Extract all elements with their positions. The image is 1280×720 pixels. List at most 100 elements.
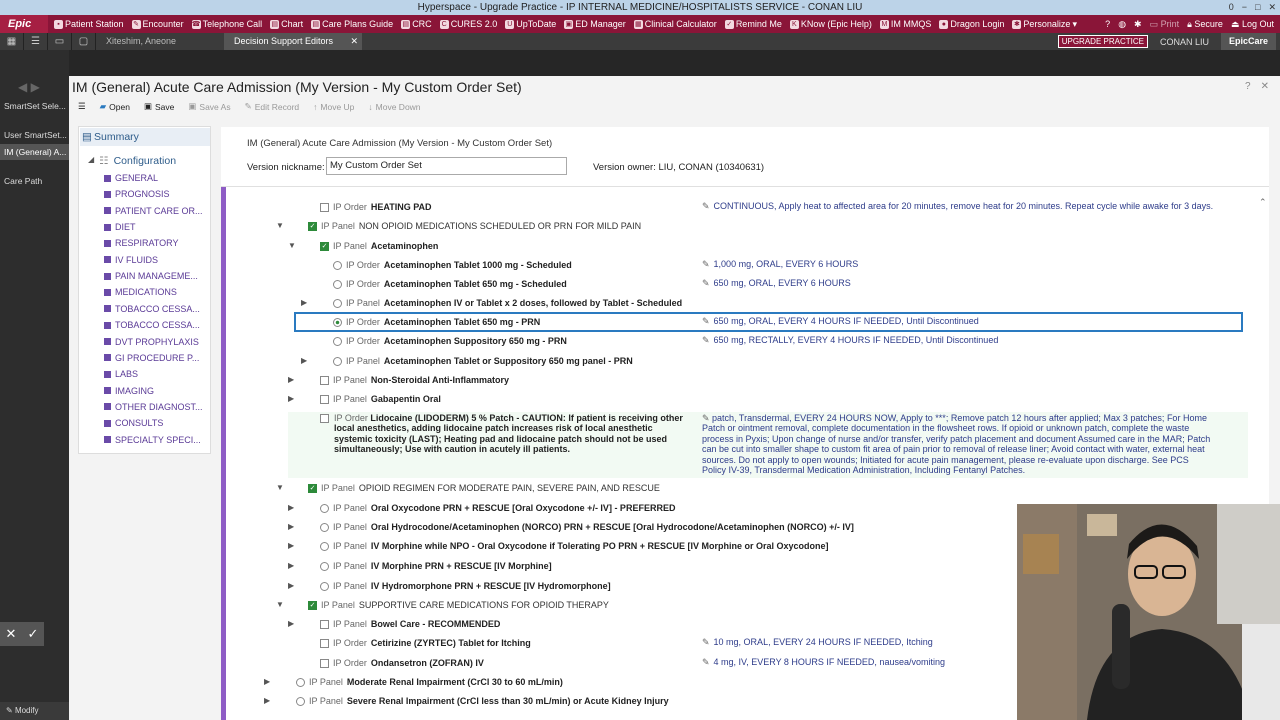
toolbar-personalize[interactable]: ✱ Personalize ▾ <box>1012 19 1077 30</box>
rail-item-smartset-select[interactable]: SmartSet Sele... <box>0 98 69 114</box>
order-details[interactable]: ✎ 650 mg, ORAL, EVERY 6 HOURS <box>702 278 851 289</box>
expand-triangle-icon[interactable]: ▶ <box>264 696 270 705</box>
save-as-button[interactable]: ▣ Save As <box>188 101 230 112</box>
toolbar-care-plans-guide[interactable]: ▤ Care Plans Guide <box>311 19 393 29</box>
order-row[interactable]: IP Order Lidocaine (LIDODERM) 5 % Patch … <box>320 413 685 455</box>
order-row[interactable]: IP Panel IV Hydromorphone PRN + RESCUE [I… <box>320 580 611 592</box>
expand-triangle-icon[interactable]: ▶ <box>288 561 294 570</box>
sidebar-section-item[interactable]: RESPIRATORY <box>104 238 208 248</box>
sidebar-section-item[interactable]: TOBACCO CESSA... <box>104 320 208 330</box>
order-row[interactable]: IP Order Cetirizine (ZYRTEC) Tablet for I… <box>320 637 531 649</box>
toolbar-ed-manager[interactable]: ▣ ED Manager <box>564 19 626 29</box>
order-radio[interactable] <box>333 336 342 346</box>
order-row[interactable]: ✓ IP Panel Acetaminophen <box>320 240 438 252</box>
back-arrow-icon[interactable]: ◀ <box>18 80 27 94</box>
order-radio[interactable] <box>333 317 342 327</box>
order-details[interactable]: ✎ 10 mg, ORAL, EVERY 24 HOURS IF NEEDED,… <box>702 637 933 648</box>
print-button[interactable]: ▭ Print <box>1150 19 1180 30</box>
sidebar-section-item[interactable]: PATIENT CARE OR... <box>104 206 208 216</box>
toolbar-remind-me[interactable]: ✓ Remind Me <box>724 19 782 29</box>
order-checkbox[interactable] <box>320 658 329 668</box>
minimize-button[interactable]: − <box>1242 0 1247 15</box>
sidebar-section-item[interactable]: GENERAL <box>104 173 208 183</box>
order-row[interactable]: IP Panel Severe Renal Impairment (CrCl le… <box>296 695 669 707</box>
edit-record-button[interactable]: ✎ Edit Record <box>245 101 300 112</box>
order-row[interactable]: IP Panel Bowel Care - RECOMMENDED <box>320 618 500 630</box>
toolbar-crc[interactable]: ▤ CRC <box>401 19 432 29</box>
close-tab-icon[interactable]: ✕ <box>350 33 358 50</box>
order-details[interactable]: ✎ 650 mg, ORAL, EVERY 4 HOURS IF NEEDED,… <box>702 316 979 327</box>
order-checkbox[interactable]: ✓ <box>308 600 317 610</box>
sidebar-section-item[interactable]: CONSULTS <box>104 418 208 428</box>
expand-triangle-icon[interactable]: ▶ <box>288 522 294 531</box>
sidebar-section-item[interactable]: PROGNOSIS <box>104 189 208 199</box>
order-row[interactable]: IP Panel Oral Oxycodone PRN + RESCUE [Ora… <box>320 502 675 514</box>
expand-triangle-icon[interactable]: ▶ <box>288 619 294 628</box>
toolbar-cures[interactable]: C CURES 2.0 <box>439 19 497 29</box>
order-checkbox[interactable]: ✓ <box>308 221 317 231</box>
order-row[interactable]: IP Order HEATING PAD <box>320 201 432 213</box>
collapse-triangle-icon[interactable]: ▼ <box>276 483 284 492</box>
order-row[interactable]: IP Panel IV Morphine while NPO - Oral Oxy… <box>320 540 829 552</box>
move-up-button[interactable]: ↑ Move Up <box>313 102 354 112</box>
menu-button[interactable]: ☰ <box>78 101 86 112</box>
close-window-button[interactable]: ✕ <box>1268 0 1276 15</box>
save-button[interactable]: ▣ Save <box>144 101 174 112</box>
inbox-icon[interactable]: ▭ <box>48 33 72 50</box>
sidebar-section-item[interactable]: MEDICATIONS <box>104 287 208 297</box>
secure-button[interactable]: 🔒︎ Secure <box>1187 19 1223 30</box>
sidebar-section-item[interactable]: OTHER DIAGNOST... <box>104 402 208 412</box>
toolbar-encounter[interactable]: ✎ Encounter <box>131 19 184 29</box>
order-radio[interactable] <box>296 677 305 687</box>
sidebar-section-item[interactable]: DVT PROPHYLAXIS <box>104 337 208 347</box>
order-details[interactable]: ✎ 4 mg, IV, EVERY 8 HOURS IF NEEDED, nau… <box>702 657 945 668</box>
pencil-icon[interactable]: ✎ <box>702 259 710 270</box>
logout-button[interactable]: ⏏ Log Out <box>1231 19 1274 30</box>
order-row[interactable]: IP Panel Acetaminophen IV or Tablet x 2 d… <box>333 297 682 309</box>
collapse-triangle-icon[interactable]: ▼ <box>288 241 296 250</box>
help-icon[interactable]: ? <box>1105 19 1110 29</box>
order-row[interactable]: IP Panel Gabapentin Oral <box>320 393 441 405</box>
move-down-button[interactable]: ↓ Move Down <box>368 102 420 112</box>
user-name[interactable]: CONAN LIU <box>1154 37 1215 47</box>
calendar-icon[interactable]: ▦ <box>0 33 24 50</box>
order-radio[interactable] <box>333 279 342 289</box>
order-radio[interactable] <box>320 581 329 591</box>
order-row[interactable]: IP Panel Moderate Renal Impairment (CrCl … <box>296 676 563 688</box>
open-button[interactable]: ▰ Open <box>100 101 130 112</box>
order-details[interactable]: ✎ CONTINUOUS, Apply heat to affected are… <box>702 201 1213 212</box>
order-row[interactable]: IP Panel Non-Steroidal Anti-Inflammatory <box>320 374 509 386</box>
sidebar-section-item[interactable]: SPECIALTY SPECI... <box>104 435 208 445</box>
order-row[interactable]: IP Order Acetaminophen Tablet 1000 mg - S… <box>333 259 572 271</box>
expand-triangle-icon[interactable]: ▶ <box>288 541 294 550</box>
toolbar-telephone-call[interactable]: ☎ Telephone Call <box>191 19 262 29</box>
sidebar-section-item[interactable]: IMAGING <box>104 386 208 396</box>
sidebar-section-item[interactable]: TOBACCO CESSA... <box>104 304 208 314</box>
sidebar-section-item[interactable]: IV FLUIDS <box>104 255 208 265</box>
order-row[interactable]: IP Panel Oral Hydrocodone/Acetaminophen (… <box>320 521 854 533</box>
order-radio[interactable] <box>333 298 342 308</box>
expand-triangle-icon[interactable]: ▶ <box>288 375 294 384</box>
nickname-field[interactable]: My Custom Order Set <box>326 157 567 175</box>
pencil-icon[interactable]: ✎ <box>702 637 710 648</box>
tools-icon[interactable]: ✱ <box>1134 19 1142 30</box>
pencil-icon[interactable]: ✎ <box>702 413 712 423</box>
pencil-icon[interactable]: ✎ <box>702 278 710 289</box>
scroll-up-icon[interactable]: ⌃ <box>1259 197 1267 208</box>
order-checkbox[interactable]: ✓ <box>320 241 329 251</box>
sidebar-section-item[interactable]: LABS <box>104 369 208 379</box>
notification-count[interactable]: 0 <box>1229 0 1234 15</box>
forward-arrow-icon[interactable]: ▶ <box>31 80 40 94</box>
expand-triangle-icon[interactable]: ▶ <box>288 503 294 512</box>
order-row[interactable]: IP Order Ondansetron (ZOFRAN) IV <box>320 657 484 669</box>
tab-patient[interactable]: Xiteshim, Aneone <box>96 33 224 50</box>
order-radio[interactable] <box>320 541 329 551</box>
close-icon[interactable]: ✕ <box>1261 81 1269 92</box>
order-checkbox[interactable] <box>320 414 329 423</box>
rail-item-care-path[interactable]: Care Path <box>0 173 69 189</box>
list-icon[interactable]: ☰ <box>24 33 48 50</box>
collapse-triangle-icon[interactable]: ▼ <box>276 221 284 230</box>
epic-logo[interactable]: Epic <box>0 15 48 33</box>
expand-triangle-icon[interactable]: ▶ <box>301 356 307 365</box>
toolbar-chart[interactable]: ▤ Chart <box>270 19 303 29</box>
